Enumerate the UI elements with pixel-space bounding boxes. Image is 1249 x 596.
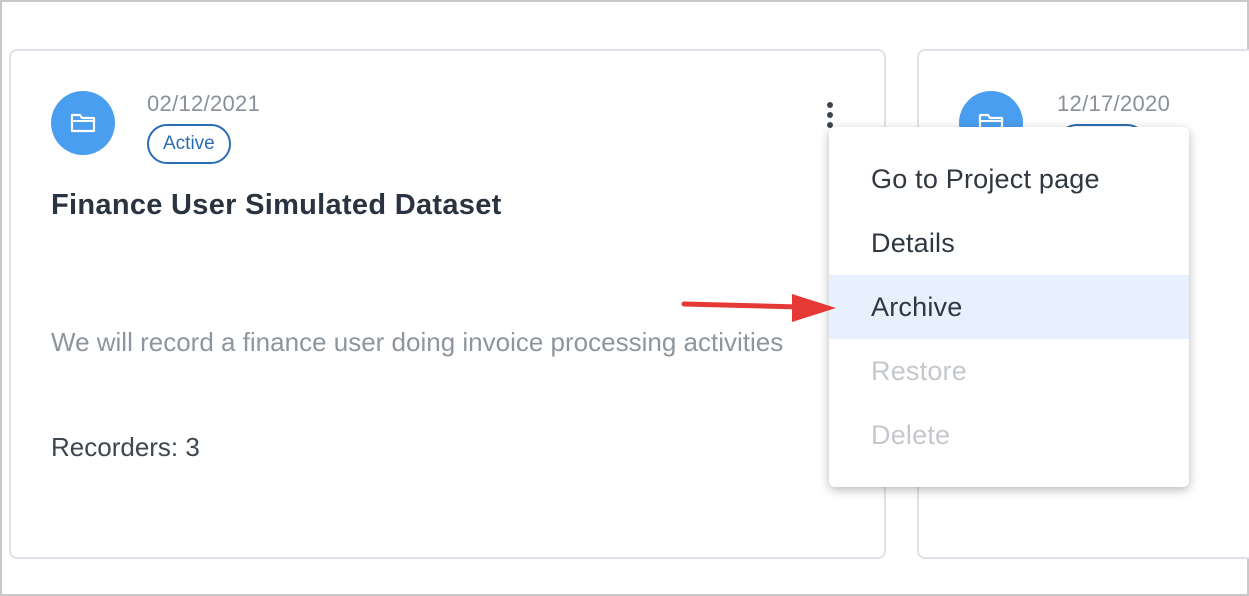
menu-item-restore: Restore bbox=[871, 356, 967, 386]
red-arrow-icon bbox=[681, 294, 836, 322]
project-avatar bbox=[51, 91, 115, 155]
context-menu: Go to Project page Details Archive Resto… bbox=[829, 127, 1189, 487]
project-title[interactable]: Finance User Simulated Dataset bbox=[51, 189, 502, 222]
menu-item-go-to-project-page[interactable]: Go to Project page bbox=[829, 147, 1189, 211]
project-date: 02/12/2021 bbox=[147, 91, 261, 116]
menu-item-archive[interactable]: Archive bbox=[829, 275, 1189, 339]
recorders-count: Recorders: 3 bbox=[51, 432, 200, 462]
folder-icon bbox=[70, 113, 96, 133]
project-date: 12/17/2020 bbox=[1057, 91, 1171, 116]
status-badge: Active bbox=[147, 124, 231, 164]
menu-item-delete: Delete bbox=[871, 420, 951, 450]
menu-item-details[interactable]: Details bbox=[829, 211, 1189, 275]
